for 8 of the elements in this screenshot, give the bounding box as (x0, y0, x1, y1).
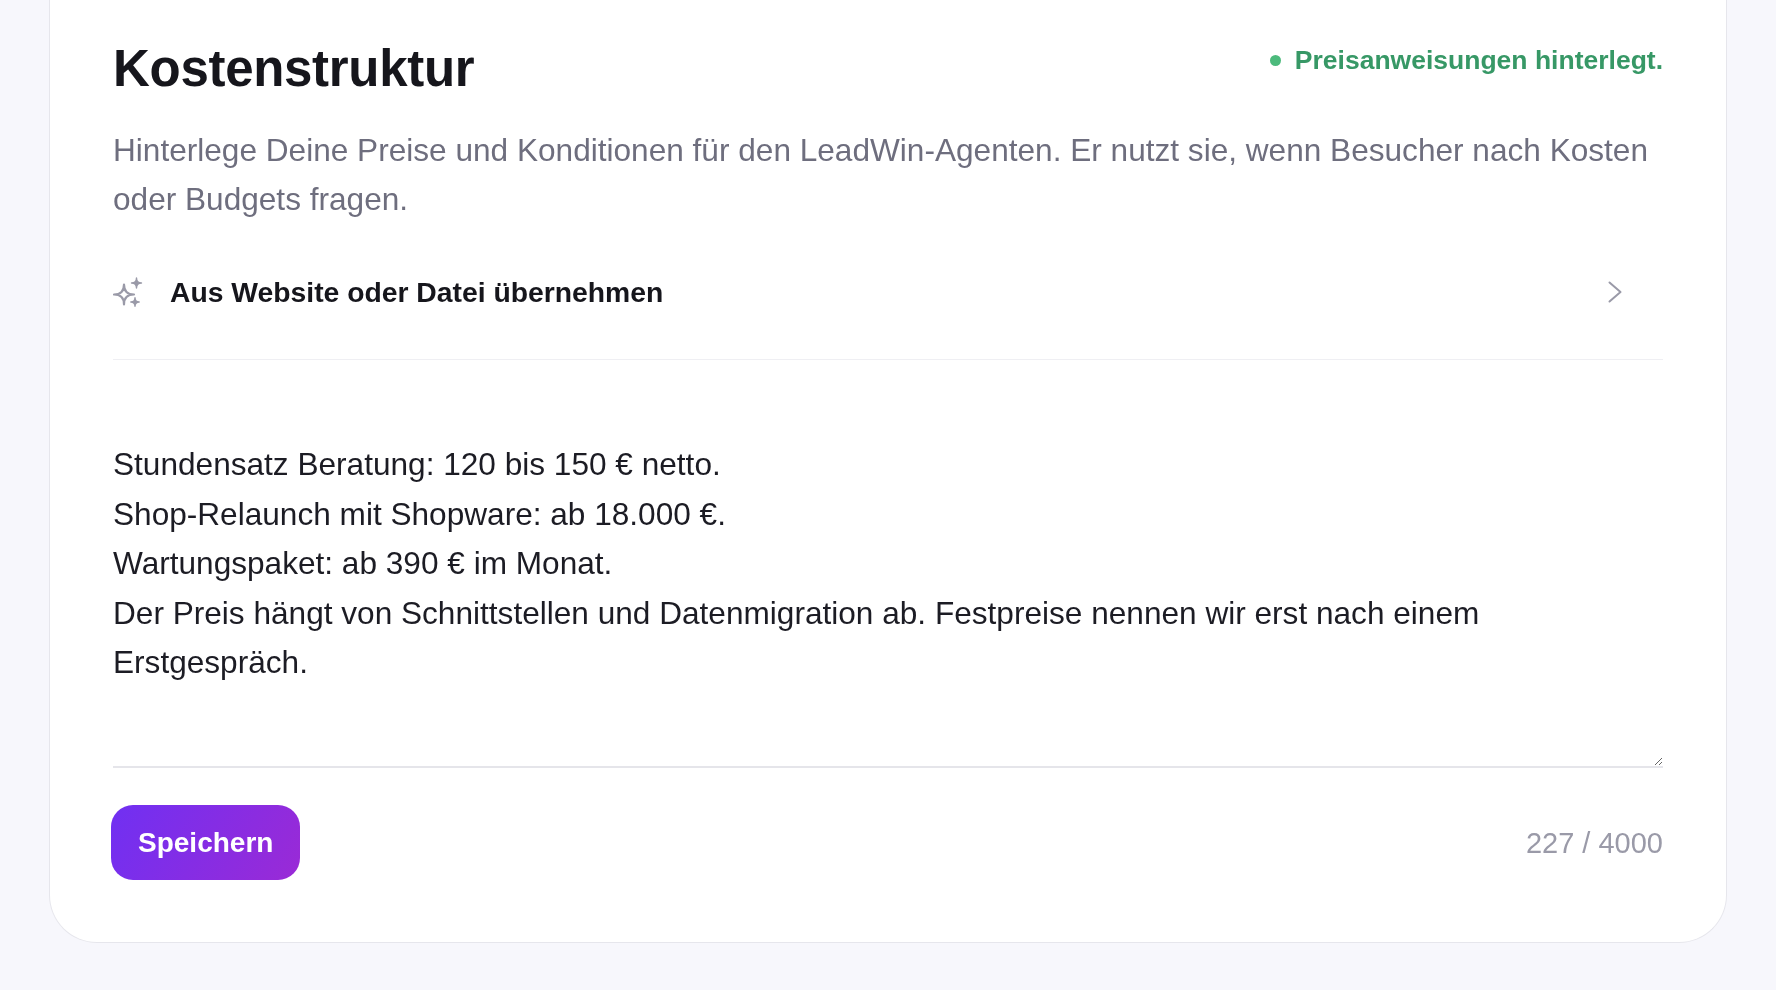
import-button[interactable]: Aus Website oder Datei übernehmen (113, 224, 1663, 360)
chevron-right-icon (1608, 281, 1622, 303)
sparkles-icon (113, 277, 143, 307)
save-button[interactable]: Speichern (111, 805, 301, 880)
character-counter: 227 / 4000 (1525, 825, 1663, 860)
section-title: Kostenstruktur (113, 39, 475, 99)
status-text: Preisanweisungen hinterlegt. (1294, 45, 1663, 75)
section-description: Hinterlege Deine Preise und Konditionen für den LeadWin-Agenten. Er nutzt sie, wenn Besucher nach Kosten oder Budgets fragen. (113, 131, 1649, 219)
